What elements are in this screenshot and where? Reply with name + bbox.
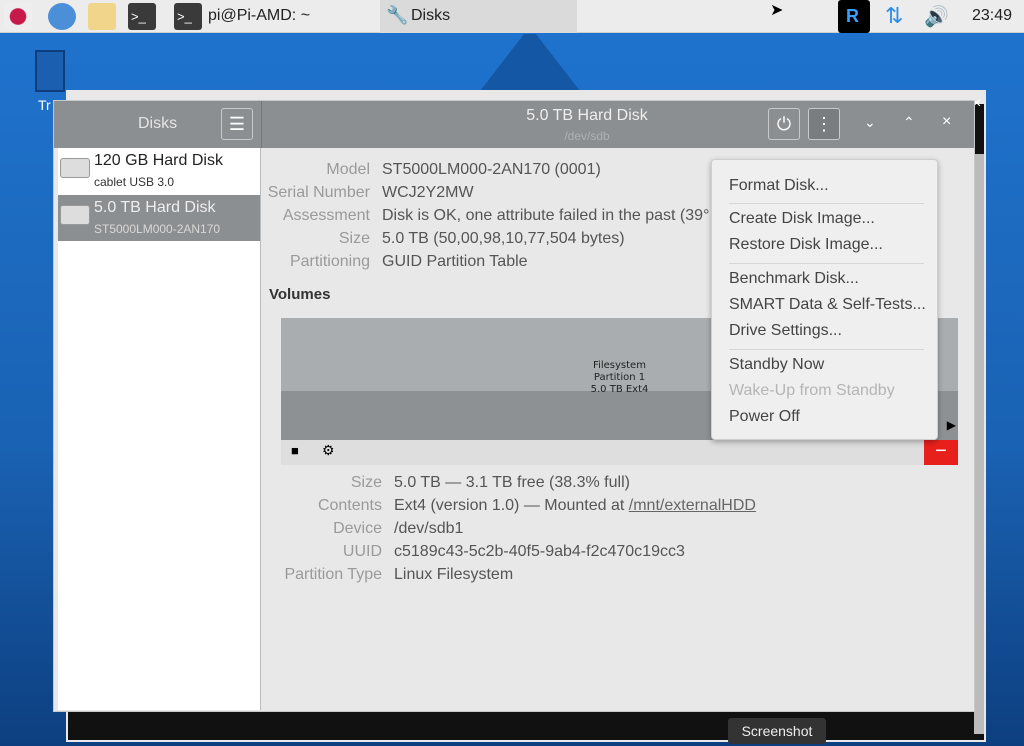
sidebar: 120 GB Hard Disk cablet USB 3.0 5.0 TB H… <box>58 148 261 710</box>
volume-size-value: 5.0 TB — 3.1 TB free (38.3% full) <box>394 474 630 491</box>
field-label: Size <box>338 230 370 247</box>
field-label: Device <box>333 520 382 537</box>
sidebar-item-5tb[interactable]: 5.0 TB Hard Disk ST5000LM000-2AN170 <box>58 195 260 241</box>
network-icon[interactable]: ⇅ <box>885 3 903 29</box>
maximize-button[interactable]: ⌃ <box>903 114 915 131</box>
menu-item-power-off[interactable]: Power Off <box>729 408 800 426</box>
close-button[interactable]: × <box>942 113 951 131</box>
trash-icon[interactable] <box>35 50 65 92</box>
menu-item-restore-image[interactable]: Restore Disk Image... <box>729 236 883 254</box>
partition-type-value: Linux Filesystem <box>394 566 514 583</box>
partitioning-value: GUID Partition Table <box>382 253 528 270</box>
clock: 23:49 <box>972 7 1013 24</box>
field-label: Model <box>326 161 370 178</box>
serial-value: WCJ2Y2MW <box>382 184 474 201</box>
hard-disk-icon <box>60 158 90 178</box>
menu-item-format-disk[interactable]: Format Disk... <box>729 177 829 195</box>
sidebar-title: Disks <box>138 115 178 132</box>
field-label: UUID <box>342 543 382 560</box>
hard-disk-icon <box>60 205 90 225</box>
menu-item-smart[interactable]: SMART Data & Self-Tests... <box>729 296 926 314</box>
contents-value: Ext4 (version 1.0) — Mounted at <box>394 497 629 514</box>
header-bar: Disks ☰ 5.0 TB Hard Disk /dev/sdb ⏻ ⋮ ⌄ … <box>54 101 974 148</box>
raspberry-menu-icon[interactable] <box>4 3 32 30</box>
partition-settings-gear-icon[interactable]: ⚙ <box>322 442 335 459</box>
disk-sub: cablet USB 3.0 <box>94 175 175 189</box>
sidebar-item-120gb[interactable]: 120 GB Hard Disk cablet USB 3.0 <box>58 148 260 194</box>
disk-name: 5.0 TB Hard Disk <box>94 199 216 216</box>
vnc-icon[interactable]: R <box>838 0 870 33</box>
terminal-window-icon[interactable]: >_ <box>174 3 202 30</box>
hamburger-menu-button[interactable]: ☰ <box>221 108 253 140</box>
taskbar: >_ >_ pi@Pi-AMD: ~ 🔧 Disks R ⇅ 🔊 23:49 <box>0 0 1024 33</box>
field-label: Size <box>350 474 382 491</box>
mouse-cursor-icon: ➤ <box>770 2 784 19</box>
scrollbar[interactable] <box>974 154 984 734</box>
mount-point-link[interactable]: /mnt/externalHDD <box>629 497 756 514</box>
minimize-button[interactable]: ⌄ <box>864 114 876 131</box>
unmount-stop-button[interactable]: ■ <box>291 443 299 458</box>
delete-partition-button[interactable]: − <box>924 440 958 465</box>
partition-toolbar: ■ ⚙ − <box>281 440 958 465</box>
field-label: Assessment <box>282 207 370 224</box>
drive-options-button[interactable]: ⋮ <box>808 108 840 140</box>
volumes-heading: Volumes <box>269 286 331 303</box>
disks-app-icon: 🔧 <box>386 5 409 25</box>
field-label: Serial Number <box>267 184 370 201</box>
file-manager-icon[interactable] <box>88 3 116 30</box>
browser-icon[interactable] <box>48 3 76 30</box>
menu-item-wakeup: Wake-Up from Standby <box>729 382 895 399</box>
field-label: Partition Type <box>284 566 382 583</box>
power-off-button[interactable]: ⏻ <box>768 108 800 140</box>
menu-item-create-image[interactable]: Create Disk Image... <box>729 210 875 228</box>
screenshot-tooltip: Screenshot <box>728 718 826 744</box>
device-value: /dev/sdb1 <box>394 520 464 537</box>
field-label: Partitioning <box>289 253 370 270</box>
menu-item-standby[interactable]: Standby Now <box>729 356 824 374</box>
volume-icon[interactable]: 🔊 <box>924 4 949 29</box>
disks-window-button[interactable]: 🔧 Disks <box>380 0 577 33</box>
disks-window-label: Disks <box>411 7 451 24</box>
terminal-icon[interactable]: >_ <box>128 3 156 30</box>
trash-label: Tr <box>38 97 51 113</box>
drive-options-menu: Format Disk... Create Disk Image... Rest… <box>711 159 938 440</box>
model-value: ST5000LM000-2AN170 (0001) <box>382 161 601 178</box>
menu-item-drive-settings[interactable]: Drive Settings... <box>729 322 842 340</box>
scroll-right-arrow-icon[interactable]: ▶ <box>947 418 956 432</box>
terminal-window-button[interactable]: pi@Pi-AMD: ~ <box>208 7 310 25</box>
menu-item-benchmark[interactable]: Benchmark Disk... <box>729 270 859 288</box>
size-value: 5.0 TB (50,00,98,10,77,504 bytes) <box>382 230 625 247</box>
assessment-value: Disk is OK, one attribute failed in the … <box>382 207 710 224</box>
uuid-value: c5189c43-5c2b-40f5-9ab4-f2c470c19cc3 <box>394 543 685 560</box>
field-label: Contents <box>317 497 382 514</box>
disk-sub: ST5000LM000-2AN170 <box>94 222 221 236</box>
disk-name: 120 GB Hard Disk <box>94 152 223 169</box>
header-subtitle: /dev/sdb <box>564 129 610 143</box>
